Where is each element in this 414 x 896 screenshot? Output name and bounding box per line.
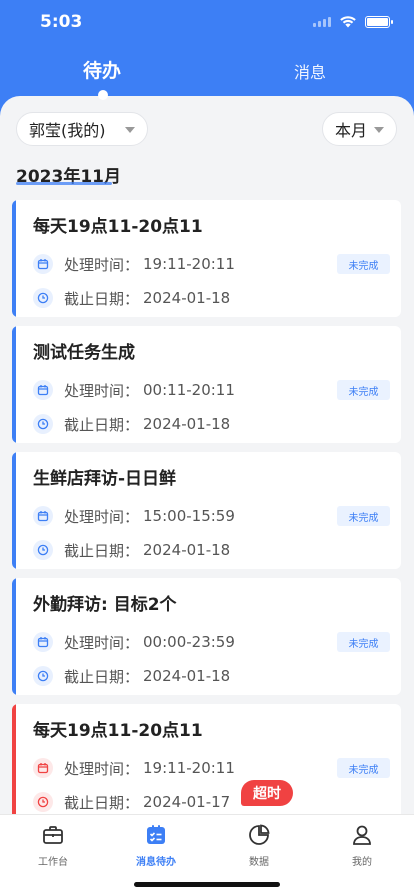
deadline-value: 2024-01-18: [143, 415, 231, 433]
nav-label: 数据: [249, 857, 269, 868]
task-title: 外勤拜访: 目标2个: [33, 595, 177, 615]
task-card[interactable]: 外勤拜访: 目标2个 处理时间： 00:00-23:59 截止日期： 2024-…: [12, 578, 401, 695]
status-badge: 未完成: [337, 254, 390, 274]
process-time-value: 15:00-15:59: [143, 507, 235, 525]
overdue-badge: 超时: [241, 780, 293, 806]
month-underline: [16, 182, 112, 185]
calendar-icon: [33, 506, 53, 526]
signal-icon: [313, 16, 331, 27]
deadline-label: 截止日期：: [64, 289, 140, 308]
task-card[interactable]: 生鲜店拜访-日日鲜 处理时间： 15:00-15:59 截止日期： 2024-0…: [12, 452, 401, 569]
period-filter-label: 本月: [335, 121, 368, 140]
battery-icon: [365, 15, 393, 28]
person-filter-dropdown[interactable]: 郭莹(我的): [16, 112, 148, 146]
task-card[interactable]: 每天19点11-20点11 处理时间： 19:11-20:11 截止日期： 20…: [12, 200, 401, 317]
status-time: 5:03: [40, 12, 83, 32]
clock-icon: [33, 540, 53, 560]
clock-icon: [33, 288, 53, 308]
home-indicator: [134, 882, 280, 887]
top-tabs: 待办 消息: [0, 56, 414, 88]
clock-icon: [33, 414, 53, 434]
nav-label: 工作台: [38, 857, 68, 868]
person-icon: [353, 825, 371, 845]
wifi-icon: [340, 16, 356, 28]
task-card[interactable]: 每天19点11-20点11 处理时间： 19:11-20:11 截止日期： 20…: [12, 704, 401, 816]
calendar-icon: [33, 380, 53, 400]
deadline-value: 2024-01-18: [143, 289, 231, 307]
deadline-label: 截止日期：: [64, 667, 140, 686]
person-filter-label: 郭莹(我的): [29, 121, 106, 140]
process-time-row: 处理时间： 19:11-20:11: [33, 757, 235, 779]
status-badge: 未完成: [337, 380, 390, 400]
calendar-icon: [33, 758, 53, 778]
task-title: 每天19点11-20点11: [33, 217, 203, 237]
task-title: 每天19点11-20点11: [33, 721, 203, 741]
period-filter-dropdown[interactable]: 本月: [322, 112, 397, 146]
tab-todo[interactable]: 待办: [62, 56, 142, 83]
task-title: 生鲜店拜访-日日鲜: [33, 469, 177, 489]
status-badge: 未完成: [337, 632, 390, 652]
clock-icon: [33, 666, 53, 686]
task-title: 测试任务生成: [33, 343, 135, 363]
briefcase-icon: [43, 826, 63, 844]
process-time-label: 处理时间：: [64, 633, 140, 652]
deadline-row: 截止日期： 2024-01-18: [33, 413, 230, 435]
nav-workbench[interactable]: 工作台: [13, 823, 93, 868]
active-tab-indicator: [98, 90, 108, 100]
deadline-label: 截止日期：: [64, 415, 140, 434]
deadline-row: 截止日期： 2024-01-18: [33, 665, 230, 687]
process-time-label: 处理时间：: [64, 255, 140, 274]
process-time-row: 处理时间： 00:00-23:59: [33, 631, 235, 653]
chevron-down-icon: [125, 127, 135, 133]
deadline-value: 2024-01-18: [143, 667, 231, 685]
process-time-value: 00:11-20:11: [143, 381, 235, 399]
main-content: 郭莹(我的) 本月 2023年11月 每天19点11-20点11 处理时间： 1…: [0, 96, 414, 816]
process-time-label: 处理时间：: [64, 759, 140, 778]
nav-profile[interactable]: 我的: [322, 823, 402, 868]
deadline-value: 2024-01-18: [143, 541, 231, 559]
process-time-value: 19:11-20:11: [143, 759, 235, 777]
deadline-label: 截止日期：: [64, 541, 140, 560]
tab-messages[interactable]: 消息: [270, 59, 350, 83]
deadline-row: 截止日期： 2024-01-18: [33, 287, 230, 309]
process-time-row: 处理时间： 15:00-15:59: [33, 505, 235, 527]
nav-messages-todo[interactable]: 消息待办: [116, 823, 196, 868]
status-badge: 未完成: [337, 506, 390, 526]
nav-label: 我的: [352, 857, 372, 868]
calendar-icon: [33, 254, 53, 274]
status-badge: 未完成: [337, 758, 390, 778]
status-icons: [313, 15, 393, 28]
calendar-icon: [33, 632, 53, 652]
process-time-label: 处理时间：: [64, 507, 140, 526]
process-time-row: 处理时间： 19:11-20:11: [33, 253, 235, 275]
deadline-value: 2024-01-17: [143, 793, 231, 811]
deadline-row: 截止日期： 2024-01-18: [33, 539, 230, 561]
task-list-icon: [147, 825, 165, 844]
process-time-value: 19:11-20:11: [143, 255, 235, 273]
nav-data[interactable]: 数据: [219, 823, 299, 868]
deadline-row: 截止日期： 2024-01-17: [33, 791, 230, 813]
clock-icon: [33, 792, 53, 812]
task-card[interactable]: 测试任务生成 处理时间： 00:11-20:11 截止日期： 2024-01-1…: [12, 326, 401, 443]
process-time-value: 00:00-23:59: [143, 633, 235, 651]
chevron-down-icon: [374, 127, 384, 133]
process-time-label: 处理时间：: [64, 381, 140, 400]
deadline-label: 截止日期：: [64, 793, 140, 812]
pie-chart-icon: [249, 824, 270, 845]
process-time-row: 处理时间： 00:11-20:11: [33, 379, 235, 401]
status-bar: 5:03: [0, 0, 414, 46]
nav-label: 消息待办: [136, 857, 176, 868]
